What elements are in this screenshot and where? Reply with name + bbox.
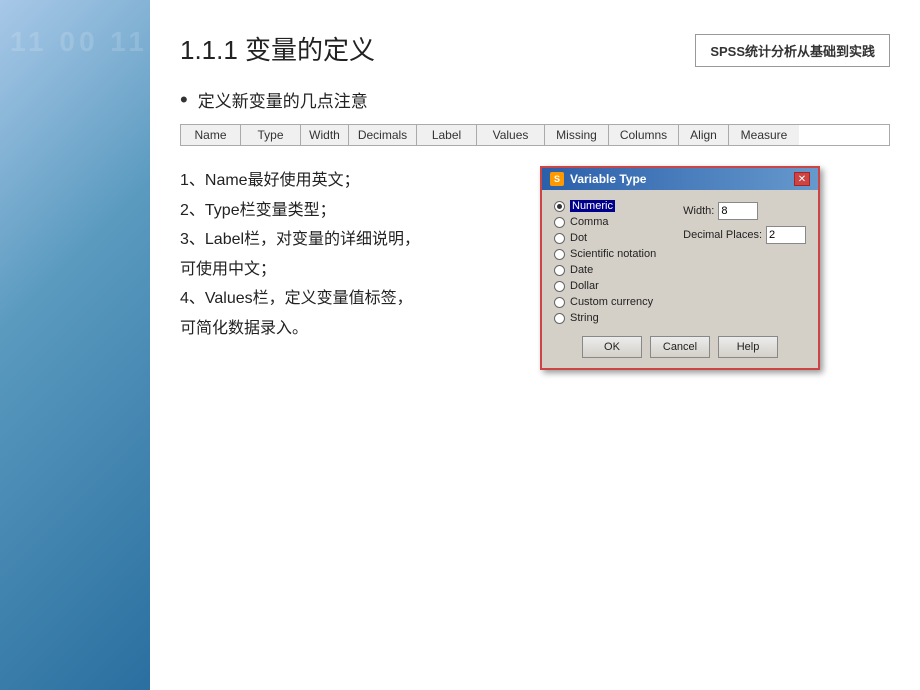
dialog-title: Variable Type — [570, 172, 646, 186]
col-measure: Measure — [729, 125, 799, 145]
col-values: Values — [477, 125, 545, 145]
radio-dot[interactable]: Dot — [554, 232, 675, 244]
width-label: Width: — [683, 205, 714, 217]
radio-label-custom: Custom currency — [570, 296, 653, 308]
decimal-input[interactable] — [766, 226, 806, 244]
note-line1: 1、Name最好使用英文； — [180, 166, 520, 196]
radio-circle-comma — [554, 217, 565, 228]
col-missing: Missing — [545, 125, 609, 145]
dialog-close-button[interactable]: ✕ — [794, 172, 810, 186]
width-input[interactable] — [718, 202, 758, 220]
header-row: 1.1.1 变量的定义 SPSS统计分析从基础到实践 — [180, 30, 890, 67]
radio-dollar[interactable]: Dollar — [554, 280, 675, 292]
radio-label-numeric: Numeric — [570, 200, 615, 212]
radio-circle-custom — [554, 297, 565, 308]
note-line3: 3、Label栏，对变量的详细说明， — [180, 225, 520, 255]
radio-string[interactable]: String — [554, 312, 675, 324]
radio-custom[interactable]: Custom currency — [554, 296, 675, 308]
radio-numeric[interactable]: Numeric — [554, 200, 675, 212]
page-title: 1.1.1 变量的定义 — [180, 30, 375, 67]
col-decimals: Decimals — [349, 125, 417, 145]
note-line4: 可使用中文； — [180, 255, 520, 285]
col-width: Width — [301, 125, 349, 145]
dialog-body: Numeric Comma Dot Scientific not — [542, 190, 818, 332]
radio-label-comma: Comma — [570, 216, 609, 228]
radio-date[interactable]: Date — [554, 264, 675, 276]
radio-circle-numeric — [554, 201, 565, 212]
dialog-buttons: OK Cancel Help — [542, 332, 818, 368]
variable-type-dialog: S Variable Type ✕ Numeric — [540, 166, 820, 370]
decimal-row: Decimal Places: — [683, 226, 806, 244]
spss-table-header: Name Type Width Decimals Label Values Mi… — [180, 124, 890, 146]
col-type: Type — [241, 125, 301, 145]
radio-circle-string — [554, 313, 565, 324]
radio-label-string: String — [570, 312, 599, 324]
radio-scientific[interactable]: Scientific notation — [554, 248, 675, 260]
bottom-section: 1、Name最好使用英文； 2、Type栏变量类型； 3、Label栏，对变量的… — [180, 166, 890, 370]
note-line5: 4、Values栏，定义变量值标签， — [180, 284, 520, 314]
radio-label-dot: Dot — [570, 232, 587, 244]
ok-button[interactable]: OK — [582, 336, 642, 358]
col-align: Align — [679, 125, 729, 145]
dialog-titlebar: S Variable Type ✕ — [542, 168, 818, 190]
radio-label-date: Date — [570, 264, 593, 276]
radio-circle-scientific — [554, 249, 565, 260]
dialog-wrapper: S Variable Type ✕ Numeric — [540, 166, 890, 370]
dialog-titlebar-left: S Variable Type — [550, 172, 646, 186]
col-label: Label — [417, 125, 477, 145]
decimal-label: Decimal Places: — [683, 229, 762, 241]
bullet-dot: • — [180, 89, 188, 111]
radio-circle-dot — [554, 233, 565, 244]
bullet-section: • 定义新变量的几点注意 — [180, 87, 890, 112]
note-line2: 2、Type栏变量类型； — [180, 196, 520, 226]
width-fields: Width: Decimal Places: — [683, 200, 806, 324]
dialog-app-icon: S — [550, 172, 564, 186]
bullet-label: 定义新变量的几点注意 — [198, 87, 368, 112]
brand-badge: SPSS统计分析从基础到实践 — [695, 34, 890, 67]
col-columns: Columns — [609, 125, 679, 145]
radio-circle-date — [554, 265, 565, 276]
help-button[interactable]: Help — [718, 336, 778, 358]
col-name: Name — [181, 125, 241, 145]
background-decoration — [0, 0, 150, 690]
radio-label-dollar: Dollar — [570, 280, 599, 292]
note-line6: 可简化数据录入。 — [180, 314, 520, 344]
width-row: Width: — [683, 202, 806, 220]
main-content: 1.1.1 变量的定义 SPSS统计分析从基础到实践 • 定义新变量的几点注意 … — [150, 0, 920, 690]
notes-text: 1、Name最好使用英文； 2、Type栏变量类型； 3、Label栏，对变量的… — [180, 166, 520, 344]
radio-label-scientific: Scientific notation — [570, 248, 656, 260]
radio-comma[interactable]: Comma — [554, 216, 675, 228]
radio-list: Numeric Comma Dot Scientific not — [554, 200, 675, 324]
cancel-button[interactable]: Cancel — [650, 336, 710, 358]
radio-circle-dollar — [554, 281, 565, 292]
bullet-text: • 定义新变量的几点注意 — [180, 87, 890, 112]
